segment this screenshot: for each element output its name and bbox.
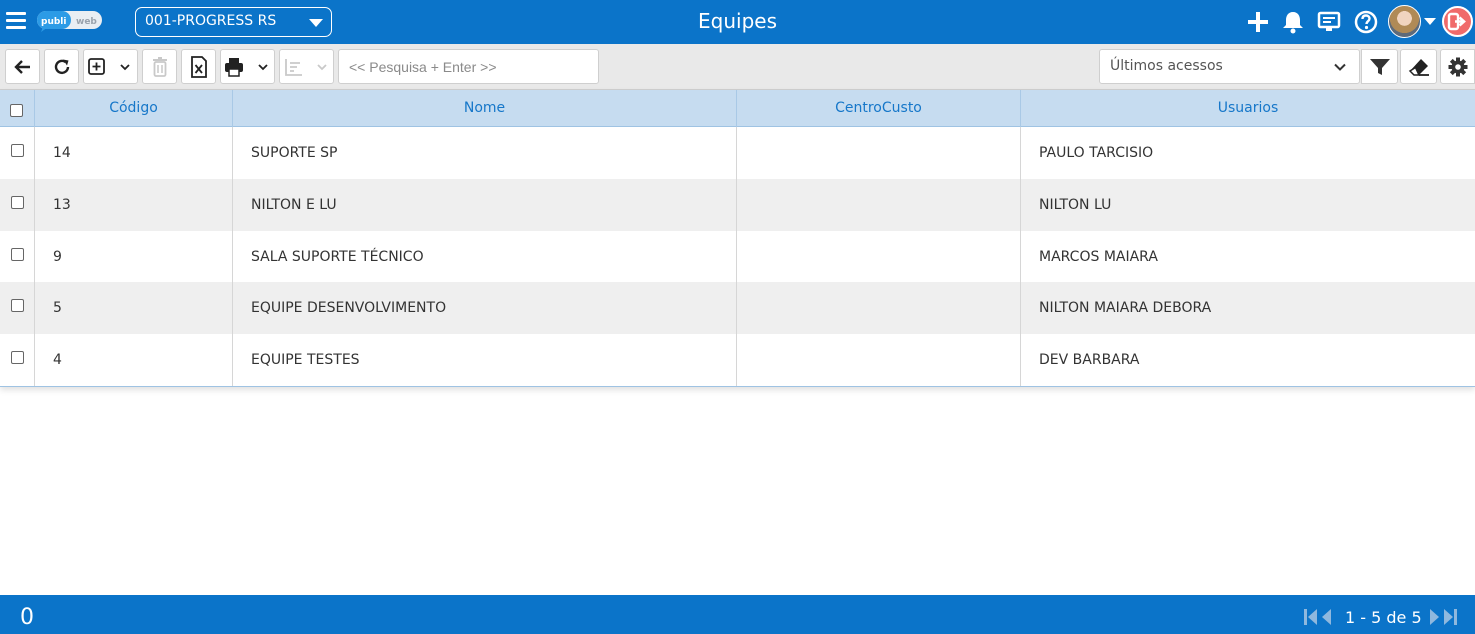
- cell-usuarios: NILTON LU: [1039, 197, 1112, 213]
- table-row[interactable]: 9 SALA SUPORTE TÉCNICO MARCOS MAIARA: [0, 231, 1475, 283]
- cell-nome: SUPORTE SP: [233, 127, 737, 179]
- refresh-icon: [54, 59, 69, 74]
- row-select-cell: [0, 179, 35, 231]
- cell-centrocusto: [737, 334, 1021, 386]
- print-button[interactable]: [220, 49, 275, 84]
- first-prev-page-icons: [1304, 609, 1331, 625]
- row-checkbox[interactable]: [11, 299, 24, 312]
- logout-icon[interactable]: [1442, 6, 1473, 37]
- publiweb-logo[interactable]: publi web: [37, 11, 102, 32]
- back-button[interactable]: [5, 49, 40, 84]
- cell-nome: EQUIPE DESENVOLVIMENTO: [233, 282, 737, 334]
- gear-icon: [1448, 57, 1467, 76]
- logo-text-left: publi: [41, 17, 66, 27]
- chevron-down-icon: [1334, 63, 1346, 71]
- next-last-page-icons: [1430, 609, 1457, 625]
- cell-codigo: 13: [35, 179, 233, 231]
- cell-centrocusto: [737, 179, 1021, 231]
- company-select[interactable]: 001-PROGRESS RS: [135, 7, 332, 37]
- last-page-icon[interactable]: [1444, 609, 1457, 625]
- caret-down-icon: [309, 19, 323, 27]
- select-all-checkbox[interactable]: [10, 104, 23, 117]
- top-bar: publi web 001-PROGRESS RS Equipes: [0, 0, 1475, 44]
- sort-icon: [284, 58, 327, 76]
- select-all-cell: [0, 90, 35, 127]
- delete-button[interactable]: [142, 49, 177, 84]
- back-arrow-icon: [13, 59, 30, 74]
- cell-usuarios: DEV BARBARA: [1039, 352, 1140, 368]
- table-header: Código Nome CentroCusto Usuarios: [0, 90, 1475, 127]
- column-header-codigo[interactable]: Código: [35, 90, 233, 127]
- cell-nome: SALA SUPORTE TÉCNICO: [233, 231, 737, 283]
- teams-table: Código Nome CentroCusto Usuarios 14 SUPO…: [0, 90, 1475, 387]
- monitor-icon[interactable]: [1316, 9, 1342, 35]
- trash-icon: [152, 56, 167, 77]
- cell-usuarios: NILTON MAIARA DEBORA: [1039, 300, 1212, 316]
- column-header-nome[interactable]: Nome: [233, 90, 737, 127]
- selected-count: 0: [20, 605, 34, 630]
- first-page-icon[interactable]: [1304, 609, 1317, 625]
- cell-codigo: 9: [35, 231, 233, 283]
- avatar[interactable]: [1388, 5, 1421, 38]
- cell-usuarios: MARCOS MAIARA: [1039, 249, 1158, 265]
- print-icon: [224, 57, 268, 77]
- export-excel-button[interactable]: [181, 49, 216, 84]
- table-row[interactable]: 4 EQUIPE TESTES DEV BARBARA: [0, 334, 1475, 386]
- excel-icon: [190, 55, 207, 78]
- add-button[interactable]: [83, 49, 138, 84]
- clear-filter-button[interactable]: [1400, 49, 1437, 84]
- filter-button[interactable]: [1361, 49, 1398, 84]
- recent-access-label: Últimos acessos: [1110, 58, 1223, 74]
- logo-text-right: web: [76, 17, 97, 27]
- menu-icon[interactable]: [6, 12, 26, 30]
- cell-nome: NILTON E LU: [233, 179, 737, 231]
- eraser-icon: [1408, 58, 1429, 76]
- row-checkbox[interactable]: [11, 196, 24, 209]
- next-page-icon[interactable]: [1430, 609, 1439, 625]
- row-select-cell: [0, 127, 35, 179]
- cell-codigo: 5: [35, 282, 233, 334]
- recent-access-select[interactable]: Últimos acessos: [1099, 49, 1360, 84]
- column-header-centrocusto[interactable]: CentroCusto: [737, 90, 1021, 127]
- pagination-status: 1 - 5 de 5: [1345, 608, 1422, 627]
- prev-page-icon[interactable]: [1322, 609, 1331, 625]
- cell-codigo: 4: [35, 334, 233, 386]
- row-select-cell: [0, 231, 35, 283]
- cell-usuarios: PAULO TARCISIO: [1039, 145, 1154, 161]
- row-checkbox[interactable]: [11, 248, 24, 261]
- cell-centrocusto: [737, 282, 1021, 334]
- settings-button[interactable]: [1440, 49, 1475, 84]
- cell-nome: EQUIPE TESTES: [233, 334, 737, 386]
- row-checkbox[interactable]: [11, 144, 24, 157]
- cell-codigo: 14: [35, 127, 233, 179]
- add-icon: [87, 57, 130, 75]
- row-select-cell: [0, 334, 35, 386]
- plus-icon[interactable]: [1245, 9, 1271, 35]
- bell-icon[interactable]: [1280, 9, 1306, 35]
- help-icon[interactable]: [1353, 9, 1379, 35]
- table-row[interactable]: 13 NILTON E LU NILTON LU: [0, 179, 1475, 231]
- search-input[interactable]: [338, 49, 599, 84]
- toolbar: Últimos acessos: [0, 44, 1475, 90]
- footer-bar: 0 1 - 5 de 5: [0, 595, 1475, 634]
- table-row[interactable]: 5 EQUIPE DESENVOLVIMENTO NILTON MAIARA D…: [0, 282, 1475, 334]
- row-select-cell: [0, 282, 35, 334]
- sort-button[interactable]: [279, 49, 334, 84]
- filter-icon: [1369, 58, 1390, 75]
- cell-centrocusto: [737, 127, 1021, 179]
- cell-centrocusto: [737, 231, 1021, 283]
- refresh-button[interactable]: [44, 49, 79, 84]
- company-select-value: 001-PROGRESS RS: [145, 13, 277, 29]
- caret-down-icon[interactable]: [1424, 18, 1436, 25]
- column-header-usuarios[interactable]: Usuarios: [1021, 90, 1475, 127]
- table-row[interactable]: 14 SUPORTE SP PAULO TARCISIO: [0, 127, 1475, 179]
- row-checkbox[interactable]: [11, 351, 24, 364]
